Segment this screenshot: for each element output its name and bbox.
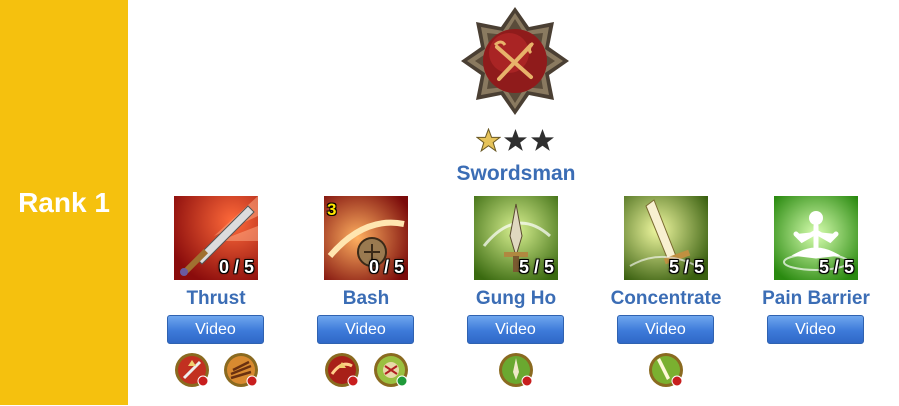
skill-card-pain-barrier: 5 / 5 Pain Barrier Video (741, 196, 891, 406)
rank-label: Rank 1 (18, 186, 110, 218)
star-empty-icon (504, 129, 527, 151)
skill-card-gung-ho: 5 / 5 Gung Ho Video (441, 196, 591, 406)
skill-level: 0 / 5 (368, 257, 404, 277)
skill-card-thrust: 0 / 5 Thrust Video (141, 196, 291, 406)
video-button[interactable]: Video (467, 315, 564, 344)
skill-modifiers (591, 352, 741, 388)
video-button[interactable]: Video (167, 315, 264, 344)
skill-name[interactable]: Thrust (141, 288, 291, 310)
gung-ho-upgrade-icon[interactable] (498, 352, 534, 388)
class-star-rating (476, 128, 556, 158)
meditation-icon[interactable]: 5 / 5 (774, 196, 858, 280)
thrust-upgrade-icon[interactable] (174, 352, 210, 388)
skill-card-bash: 3 0 / 5 Bash Video (291, 196, 441, 406)
skill-name[interactable]: Bash (291, 288, 441, 310)
skill-badge: 3 (327, 200, 337, 219)
concentrate-blade-icon[interactable]: 5 / 5 (624, 196, 708, 280)
skill-name[interactable]: Concentrate (591, 288, 741, 310)
video-button[interactable]: Video (767, 315, 864, 344)
skill-level: 5 / 5 (668, 257, 704, 277)
class-name: Swordsman (456, 162, 576, 185)
skill-name[interactable]: Gung Ho (441, 288, 591, 310)
skill-modifiers (291, 352, 441, 388)
star-empty-icon (531, 129, 554, 151)
sword-thrust-icon[interactable]: 0 / 5 (174, 196, 258, 280)
skill-card-concentrate: 5 / 5 Concentrate Video (591, 196, 741, 406)
skill-modifiers (441, 352, 591, 388)
skill-name[interactable]: Pain Barrier (741, 288, 891, 310)
bash-upgrade-icon[interactable] (324, 352, 360, 388)
gung-ho-sword-icon[interactable]: 5 / 5 (474, 196, 558, 280)
star-filled-icon (476, 128, 501, 153)
rank-sidebar: Rank 1 (0, 0, 128, 405)
video-button[interactable]: Video (317, 315, 414, 344)
crossed-swords-emblem-icon (459, 5, 571, 117)
concentrate-upgrade-icon[interactable] (648, 352, 684, 388)
skill-level: 5 / 5 (518, 257, 554, 277)
video-button[interactable]: Video (617, 315, 714, 344)
skill-level: 5 / 5 (818, 257, 854, 277)
thrust-spread-icon[interactable] (223, 352, 259, 388)
bash-stun-icon[interactable] (373, 352, 409, 388)
shield-bash-icon[interactable]: 3 0 / 5 (324, 196, 408, 280)
skill-modifiers (141, 352, 291, 388)
skill-level: 0 / 5 (218, 257, 254, 277)
